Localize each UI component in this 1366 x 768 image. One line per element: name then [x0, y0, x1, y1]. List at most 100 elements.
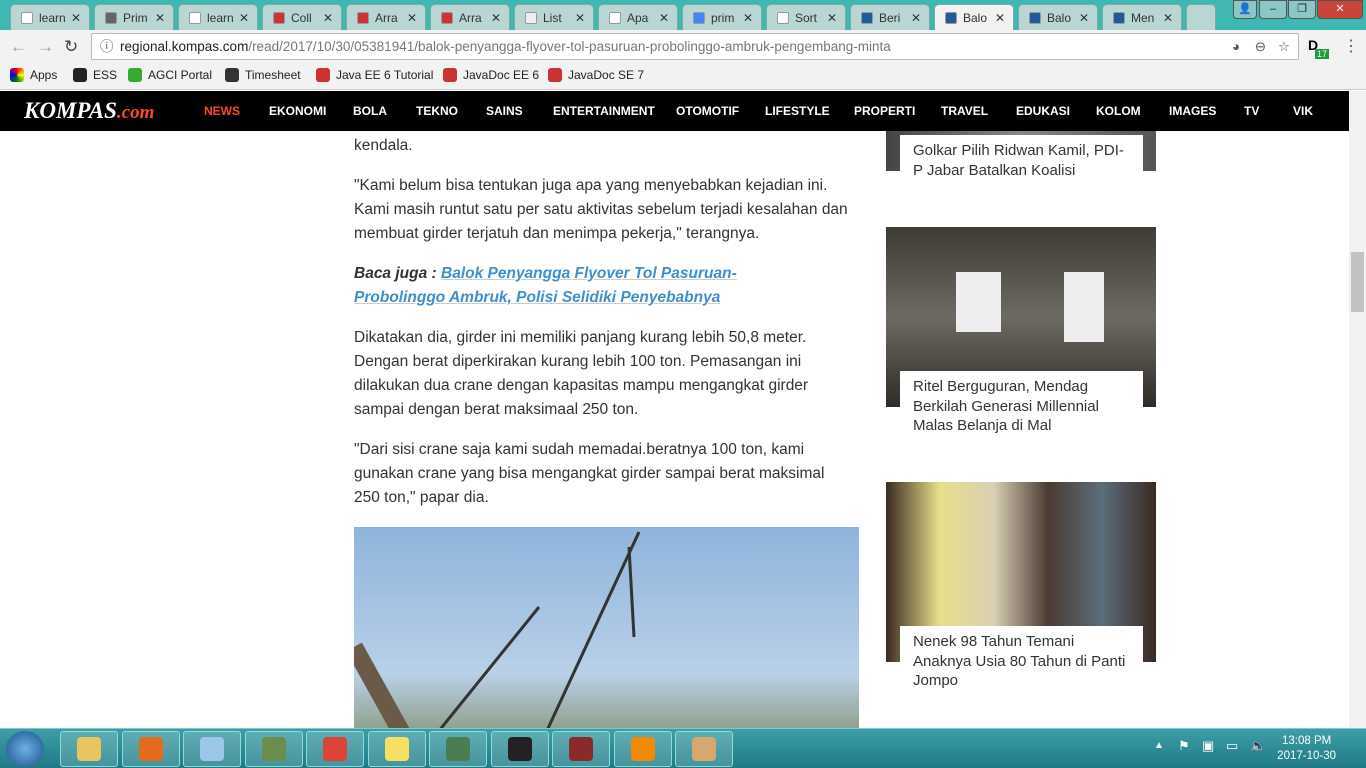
scrollbar-thumb[interactable]	[1351, 252, 1364, 312]
nav-item[interactable]: EKONOMI	[269, 104, 326, 118]
show-hidden-icons[interactable]: ▲	[1154, 740, 1164, 751]
nav-item[interactable]: TEKNO	[416, 104, 458, 118]
taskbar-remote-desktop[interactable]	[429, 731, 487, 767]
taskbar-sticky-notes[interactable]	[367, 731, 426, 767]
tab-close-icon[interactable]: ✕	[1079, 11, 1089, 25]
sidebar-article[interactable]: Nenek 98 Tahun Temani Anaknya Usia 80 Ta…	[886, 482, 1156, 697]
volume-icon[interactable]: 🔈	[1250, 738, 1266, 754]
browser-tab[interactable]: Balo ✕	[934, 4, 1014, 30]
taskbar-explorer[interactable]	[60, 731, 118, 767]
bookmark-label: Java EE 6 Tutorial	[336, 68, 434, 82]
bookmark-item[interactable]: JavaDoc SE 7	[548, 68, 644, 82]
browser-tab[interactable]: Arra ✕	[430, 4, 510, 30]
vertical-scrollbar[interactable]	[1349, 91, 1366, 728]
kompas-logo[interactable]: KOMPAS.com	[24, 98, 154, 124]
tab-title: Sort	[795, 10, 818, 25]
browser-tab[interactable]: prim ✕	[682, 4, 762, 30]
tab-close-icon[interactable]: ✕	[491, 11, 501, 25]
tab-close-icon[interactable]: ✕	[323, 11, 333, 25]
browser-tab[interactable]: Beri ✕	[850, 4, 930, 30]
browser-tab[interactable]: Balo ✕	[1018, 4, 1098, 30]
nav-item[interactable]: BOLA	[353, 104, 387, 118]
taskbar-timesheet[interactable]	[244, 731, 303, 767]
tab-favicon-icon	[357, 11, 369, 24]
profile-button[interactable]: 👤	[1233, 0, 1257, 19]
tab-close-icon[interactable]: ✕	[659, 11, 669, 25]
nav-item[interactable]: TV	[1244, 104, 1259, 118]
tab-close-icon[interactable]: ✕	[155, 11, 165, 25]
sidebar-article[interactable]: Ritel Berguguran, Mendag Berkilah Genera…	[886, 227, 1156, 442]
bookmark-item[interactable]: AGCI Portal	[128, 68, 212, 82]
taskbar-vlc[interactable]	[613, 731, 672, 767]
nav-item[interactable]: NEWS	[204, 104, 240, 118]
start-button[interactable]	[6, 731, 44, 767]
maximize-button[interactable]: ❐	[1288, 0, 1316, 19]
nav-item[interactable]: KOLOM	[1096, 104, 1141, 118]
tab-close-icon[interactable]: ✕	[1163, 11, 1173, 25]
sidebar-article-title[interactable]: Ritel Berguguran, Mendag Berkilah Genera…	[900, 371, 1143, 442]
taskbar-firefox[interactable]	[121, 731, 180, 767]
tab-close-icon[interactable]: ✕	[407, 11, 417, 25]
minimize-button[interactable]: –	[1259, 0, 1287, 19]
tab-favicon-icon	[1113, 11, 1125, 24]
reload-icon[interactable]: ↻	[64, 37, 78, 57]
sidebar-article-title[interactable]: Nenek 98 Tahun Temani Anaknya Usia 80 Ta…	[900, 626, 1143, 697]
close-window-button[interactable]: ✕	[1317, 0, 1363, 19]
taskbar-eclipse[interactable]	[490, 731, 549, 767]
blocked-content-icon[interactable]: ◕	[1232, 34, 1240, 59]
nav-item[interactable]: OTOMOTIF	[676, 104, 739, 118]
taskbar-paint[interactable]	[675, 731, 733, 767]
browser-tab[interactable]: Coll ✕	[262, 4, 342, 30]
browser-tab[interactable]: List ✕	[514, 4, 594, 30]
sidebar-article[interactable]: Golkar Pilih Ridwan Kamil, PDI-P Jabar B…	[886, 131, 1156, 186]
bookmark-item[interactable]: JavaDoc EE 6	[443, 68, 539, 82]
nav-item[interactable]: ENTERTAINMENT	[553, 104, 655, 118]
nav-item[interactable]: SAINS	[486, 104, 523, 118]
tab-close-icon[interactable]: ✕	[71, 11, 81, 25]
browser-tab[interactable]: Men ✕	[1102, 4, 1182, 30]
nav-item[interactable]: TRAVEL	[941, 104, 988, 118]
forward-icon[interactable]: →	[37, 37, 54, 57]
back-icon[interactable]: ←	[10, 37, 27, 57]
nav-item[interactable]: VIK	[1293, 104, 1313, 118]
browser-tab[interactable]: learn ✕	[10, 4, 90, 30]
url-path: /read/2017/10/30/05381941/balok-penyangg…	[248, 39, 891, 54]
address-bar[interactable]: ⓘ regional.kompas.com/read/2017/10/30/05…	[91, 33, 1299, 60]
firefox-icon	[138, 737, 163, 761]
tab-close-icon[interactable]: ✕	[239, 11, 249, 25]
tab-favicon-icon	[777, 11, 789, 24]
tab-close-icon[interactable]: ✕	[995, 11, 1005, 25]
sidebar-article-title[interactable]: Golkar Pilih Ridwan Kamil, PDI-P Jabar B…	[900, 135, 1143, 186]
browser-tab[interactable]: Prim ✕	[94, 4, 174, 30]
clock[interactable]: 13:08 PM 2017-10-30	[1277, 734, 1336, 764]
nav-item[interactable]: EDUKASI	[1016, 104, 1070, 118]
bookmark-item[interactable]: Timesheet	[225, 68, 301, 82]
bookmark-item[interactable]: Java EE 6 Tutorial	[316, 68, 433, 82]
browser-tab[interactable]: learn ✕	[178, 4, 258, 30]
tab-close-icon[interactable]: ✕	[827, 11, 837, 25]
power-icon[interactable]: ▣	[1202, 738, 1214, 754]
tab-close-icon[interactable]: ✕	[911, 11, 921, 25]
nav-item[interactable]: LIFESTYLE	[765, 104, 830, 118]
taskbar-chrome[interactable]	[306, 731, 364, 767]
tab-close-icon[interactable]: ✕	[575, 11, 585, 25]
bookmark-item[interactable]: Apps	[10, 68, 57, 82]
taskbar-java-ee-ide[interactable]	[552, 731, 610, 767]
new-tab-button[interactable]	[1186, 4, 1216, 30]
action-center-icon[interactable]: ⚑	[1178, 738, 1190, 754]
tab-favicon-icon	[105, 11, 117, 24]
network-icon[interactable]: ▭	[1226, 738, 1238, 754]
taskbar-notepad[interactable]	[183, 731, 241, 767]
browser-tab[interactable]: Sort ✕	[766, 4, 846, 30]
tab-close-icon[interactable]: ✕	[743, 11, 753, 25]
zoom-icon[interactable]: ⊖	[1255, 34, 1266, 59]
browser-tab[interactable]: Arra ✕	[346, 4, 426, 30]
info-icon[interactable]: ⓘ	[100, 34, 114, 59]
nav-item[interactable]: PROPERTI	[854, 104, 915, 118]
browser-tab[interactable]: Apa ✕	[598, 4, 678, 30]
chrome-icon	[323, 737, 347, 761]
bookmark-star-icon[interactable]: ☆	[1278, 34, 1290, 59]
nav-item[interactable]: IMAGES	[1169, 104, 1216, 118]
bookmark-item[interactable]: ESS	[73, 68, 117, 82]
menu-icon[interactable]: ⋮	[1343, 36, 1359, 56]
